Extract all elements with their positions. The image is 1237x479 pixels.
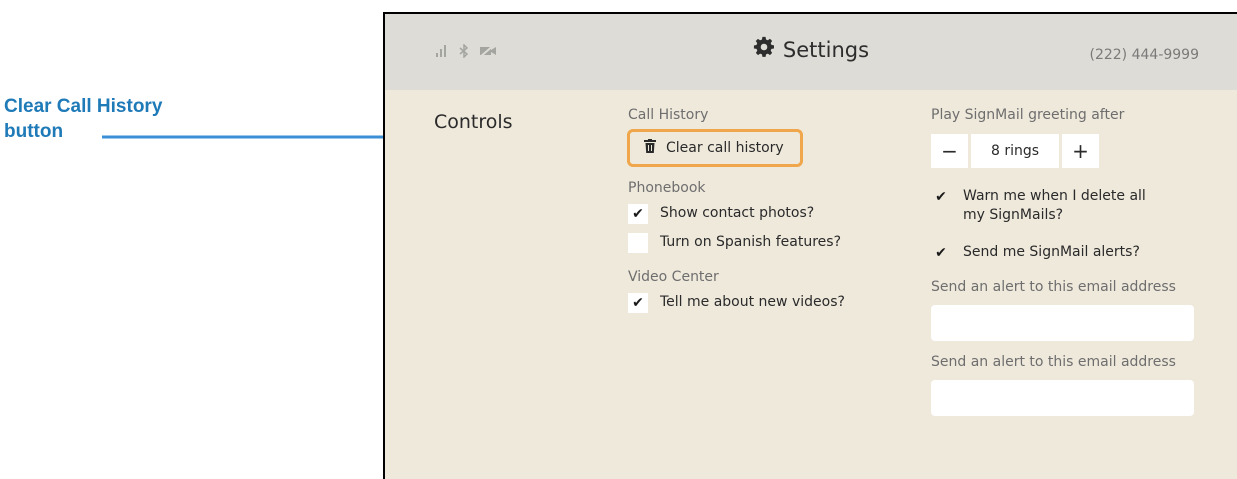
show-contact-photos-label: Show contact photos? (660, 205, 815, 221)
warn-delete-label-line-1: Warn me when I delete all (963, 188, 1146, 204)
video-center-label: Video Center (628, 269, 719, 285)
new-videos-option[interactable]: ✔ Tell me about new videos? (628, 293, 845, 313)
show-contact-photos-option[interactable]: ✔ Show contact photos? (628, 204, 814, 224)
email-2-field[interactable] (931, 380, 1194, 416)
warn-delete-label: Warn me when I delete all my SignMails? (963, 187, 1146, 225)
clear-call-history-label: Clear call history (666, 140, 784, 156)
warn-delete-label-line-2: my SignMails? (963, 207, 1064, 223)
phonebook-label: Phonebook (628, 180, 706, 196)
top-bar: Settings (222) 444-9999 (385, 14, 1237, 90)
decrement-rings-button[interactable]: − (931, 134, 968, 168)
settings-screen: Settings (222) 444-9999 Controls Call Hi… (383, 12, 1237, 479)
increment-rings-button[interactable]: + (1062, 134, 1099, 168)
rings-stepper: − 8 rings + (931, 134, 1099, 168)
trash-icon (644, 139, 656, 157)
signmail-greeting-label: Play SignMail greeting after (931, 107, 1125, 123)
spanish-features-checkbox[interactable] (628, 233, 648, 253)
signmail-alerts-option[interactable]: ✔ Send me SignMail alerts? (931, 243, 1140, 263)
annotation-line-1: Clear Call History (4, 96, 163, 117)
title-text: Settings (782, 37, 870, 62)
spanish-features-label: Turn on Spanish features? (660, 234, 842, 250)
clear-call-history-button[interactable]: Clear call history (627, 129, 803, 167)
signmail-alerts-checkbox[interactable]: ✔ (931, 243, 951, 263)
new-videos-label: Tell me about new videos? (660, 294, 845, 310)
spanish-features-option[interactable]: Turn on Spanish features? (628, 233, 841, 253)
phone-number: (222) 444-9999 (1089, 47, 1200, 63)
email-2-label: Send an alert to this email address (931, 354, 1176, 370)
signmail-alerts-label: Send me SignMail alerts? (963, 244, 1140, 260)
gear-icon (753, 36, 775, 63)
new-videos-checkbox[interactable]: ✔ (628, 293, 648, 313)
email-1-label: Send an alert to this email address (931, 279, 1176, 295)
page-title: Settings (753, 36, 869, 63)
call-history-label: Call History (628, 107, 709, 123)
show-contact-photos-checkbox[interactable]: ✔ (628, 204, 648, 224)
email-1-field[interactable] (931, 305, 1194, 341)
rings-value: 8 rings (971, 134, 1059, 168)
warn-delete-option[interactable]: ✔ Warn me when I delete all my SignMails… (931, 187, 1146, 225)
warn-delete-checkbox[interactable]: ✔ (931, 187, 951, 207)
controls-heading: Controls (434, 111, 513, 133)
